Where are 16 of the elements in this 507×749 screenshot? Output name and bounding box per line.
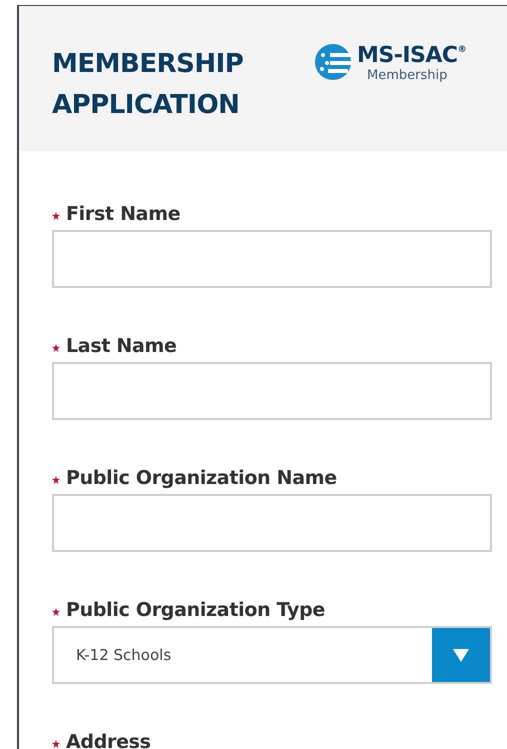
page-title-line: APPLICATION bbox=[52, 89, 240, 122]
registered-mark: ® bbox=[458, 44, 467, 57]
field-label: First Name bbox=[66, 202, 180, 227]
logo-subtitle: Membership bbox=[366, 68, 448, 84]
dropdown-arrow-button[interactable] bbox=[432, 628, 490, 682]
dropdown-select[interactable]: K-12 Schools bbox=[52, 626, 492, 684]
text-input-field[interactable] bbox=[52, 494, 492, 552]
field-label: Public Organization Type bbox=[66, 598, 325, 623]
field-label: Last Name bbox=[66, 334, 177, 359]
text-input-field[interactable] bbox=[52, 362, 492, 420]
page-title-line: MEMBERSHIP bbox=[52, 48, 244, 81]
caret-down-icon bbox=[453, 648, 469, 662]
field-label: Public Organization Name bbox=[66, 466, 337, 491]
logo-name: MS-ISAC bbox=[357, 44, 458, 68]
field-label: Address bbox=[66, 730, 151, 749]
text-input-field[interactable] bbox=[52, 230, 492, 288]
